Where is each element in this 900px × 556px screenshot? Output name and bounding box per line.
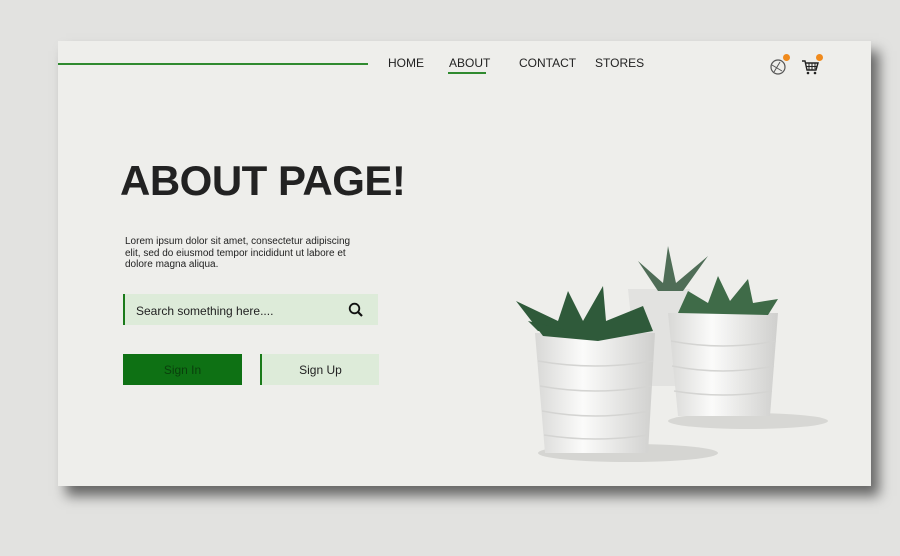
search-input[interactable] — [134, 294, 348, 327]
page: HOME ABOUT CONTACT STORES ABOUT PAGE! Lo… — [58, 41, 871, 486]
hero-description: Lorem ipsum dolor sit amet, consectetur … — [125, 236, 351, 270]
sign-in-button[interactable]: Sign In — [123, 354, 242, 385]
nav-contact[interactable]: CONTACT — [519, 56, 576, 70]
notification-badge — [783, 54, 790, 61]
active-nav-underline — [448, 72, 486, 74]
cart-icon[interactable] — [801, 54, 823, 76]
nav-about[interactable]: ABOUT — [449, 56, 490, 70]
header-line — [58, 63, 368, 65]
globe-icon[interactable] — [768, 54, 790, 76]
sign-up-button[interactable]: Sign Up — [260, 354, 379, 385]
cart-badge — [816, 54, 823, 61]
succulent-plants-image — [516, 246, 828, 462]
search-icon[interactable] — [348, 302, 364, 318]
search-box — [123, 294, 378, 327]
page-title: ABOUT PAGE! — [120, 157, 406, 204]
nav-stores[interactable]: STORES — [595, 56, 644, 70]
nav-home[interactable]: HOME — [388, 56, 424, 70]
